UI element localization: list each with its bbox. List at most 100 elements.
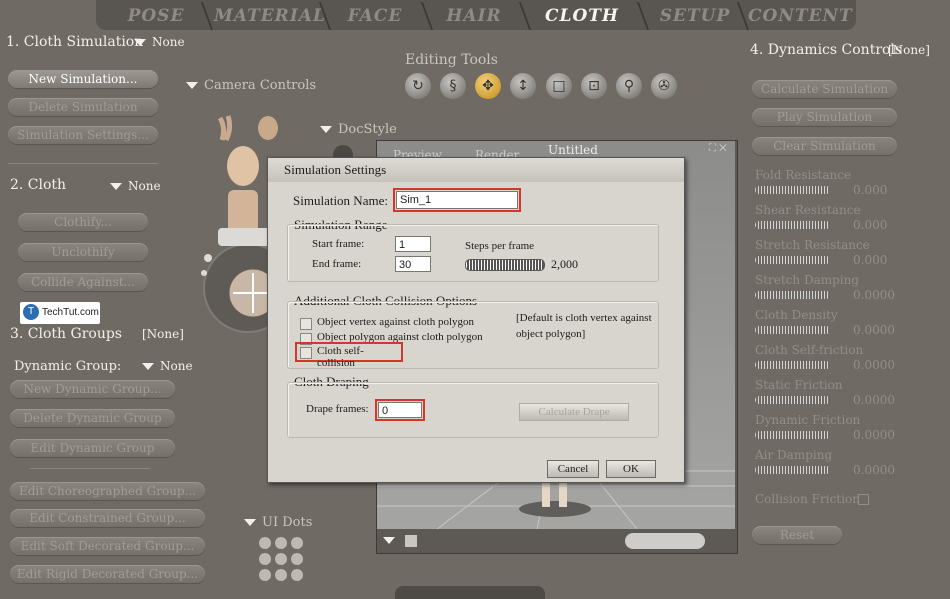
ui-dots-grid[interactable]	[258, 536, 306, 584]
simulation-settings-button[interactable]: Simulation Settings...	[8, 126, 158, 144]
fold-resistance-value[interactable]: 0.000	[853, 183, 887, 197]
magnify-tool-icon[interactable]: ⚲	[616, 73, 642, 99]
air-damping-dial[interactable]	[755, 466, 830, 474]
shear-resistance-value[interactable]: 0.000	[853, 218, 887, 232]
translate-in-out-tool-icon[interactable]: ↕	[510, 73, 536, 99]
tab-hair[interactable]: HAIR	[434, 3, 514, 29]
divider	[30, 468, 150, 469]
edit-rigid-decorated-group-button[interactable]: Edit Rigid Decorated Group...	[10, 565, 205, 583]
static-friction-dial[interactable]	[755, 396, 830, 404]
simulation-range-group	[287, 224, 659, 282]
simulation-settings-dialog: Simulation Settings Simulation Name: Sim…	[267, 157, 685, 483]
delete-simulation-button[interactable]: Delete Simulation	[8, 98, 158, 116]
edit-dynamic-group-button[interactable]: Edit Dynamic Group	[10, 439, 175, 457]
chevron-down-icon	[142, 363, 154, 370]
ui-dots-toggle[interactable]: UI Dots	[244, 515, 312, 530]
taper-tool-icon[interactable]: ⊡	[581, 73, 607, 99]
cloth-self-friction-value[interactable]: 0.0000	[853, 358, 895, 372]
chevron-down-icon[interactable]	[383, 537, 395, 544]
bottom-drawer-handle[interactable]	[395, 586, 545, 599]
cloth-density-value[interactable]: 0.0000	[853, 323, 895, 337]
tab-setup[interactable]: SETUP	[650, 3, 740, 29]
cloth-select[interactable]: None	[110, 179, 161, 193]
delete-dynamic-group-button[interactable]: Delete Dynamic Group	[10, 409, 175, 427]
cloth-density-dial[interactable]	[755, 326, 830, 334]
clear-simulation-button[interactable]: Clear Simulation	[752, 137, 897, 155]
object-vertex-label: Object vertex against cloth polygon	[317, 316, 475, 328]
cloth-self-collision-checkbox[interactable]	[300, 347, 312, 359]
default-collision-note: [Default is cloth vertex against object …	[516, 312, 652, 340]
edit-constrained-group-button[interactable]: Edit Constrained Group...	[10, 509, 205, 527]
cloth-self-friction-dial[interactable]	[755, 361, 830, 369]
stretch-damping-dial[interactable]	[755, 291, 830, 299]
stretch-resistance-label: Stretch Resistance	[755, 238, 870, 252]
air-damping-label: Air Damping	[755, 448, 833, 462]
simulation-name-input[interactable]: Sim_1	[393, 188, 521, 212]
simulation-name-label: Simulation Name:	[293, 193, 388, 208]
shear-resistance-label: Shear Resistance	[755, 203, 861, 217]
dynamic-group-select[interactable]: None	[142, 359, 193, 373]
static-friction-value[interactable]: 0.0000	[853, 393, 895, 407]
color-swatch-icon[interactable]	[404, 534, 417, 547]
cloth-self-friction-label: Cloth Self-friction	[755, 343, 864, 357]
clothify-button[interactable]: Clothify...	[18, 213, 148, 231]
tab-pose[interactable]: POSE	[116, 3, 196, 29]
edit-soft-decorated-group-button[interactable]: Edit Soft Decorated Group...	[10, 537, 205, 555]
end-frame-label: End frame:	[312, 258, 362, 270]
scale-tool-icon[interactable]: □	[546, 73, 572, 99]
edit-choreographed-group-button[interactable]: Edit Choreographed Group...	[10, 482, 205, 500]
tab-cloth[interactable]: CLOTH	[532, 3, 632, 29]
techtut-t-icon: T	[23, 304, 39, 321]
chevron-down-icon	[244, 519, 256, 526]
docstyle-toggle[interactable]: DocStyle	[320, 122, 397, 137]
air-damping-value[interactable]: 0.0000	[853, 463, 895, 477]
unclothify-button[interactable]: Unclothify	[18, 243, 148, 261]
shear-resistance-dial[interactable]	[755, 221, 830, 229]
direct-manipulation-tool-icon[interactable]: ✇	[651, 73, 677, 99]
steps-per-frame-value[interactable]: 2,000	[551, 257, 578, 272]
stretch-resistance-value[interactable]: 0.000	[853, 253, 887, 267]
translate-tool-icon[interactable]: ✥	[475, 73, 501, 99]
preview-toolbar	[383, 533, 417, 547]
object-vertex-checkbox[interactable]	[300, 318, 312, 330]
chevron-down-icon	[320, 126, 332, 133]
twist-tool-icon[interactable]: §	[440, 73, 466, 99]
techtut-logo: T TechTut.com	[20, 302, 100, 324]
display-style-dots[interactable]	[625, 533, 705, 549]
object-polygon-checkbox[interactable]	[300, 333, 312, 345]
dynamic-friction-value[interactable]: 0.0000	[853, 428, 895, 442]
window-controls[interactable]: ⛶ ✕	[709, 143, 727, 154]
camera-controls-toggle[interactable]: Camera Controls	[186, 78, 316, 93]
rotate-tool-icon[interactable]: ↻	[405, 73, 431, 99]
drape-frames-input[interactable]: 0	[375, 399, 425, 421]
new-dynamic-group-button[interactable]: New Dynamic Group...	[10, 380, 175, 398]
room-tab-bar: POSE MATERIAL FACE HAIR CLOTH SETUP CONT…	[96, 0, 856, 30]
dynamic-friction-dial[interactable]	[755, 431, 830, 439]
tab-material[interactable]: MATERIAL	[214, 3, 325, 29]
tab-face[interactable]: FACE	[332, 3, 418, 29]
tab-content[interactable]: CONTENT	[748, 3, 852, 29]
collide-against-button[interactable]: Collide Against...	[18, 273, 148, 291]
end-frame-input[interactable]: 30	[395, 256, 431, 272]
fold-resistance-dial[interactable]	[755, 186, 830, 194]
dynamic-friction-label: Dynamic Friction	[755, 413, 861, 427]
steps-per-frame-dial[interactable]	[465, 259, 545, 271]
cloth-self-collision-option[interactable]: Cloth self-collision	[295, 342, 403, 369]
calculate-drape-button[interactable]: Calculate Drape	[519, 403, 629, 421]
object-polygon-label: Object polygon against cloth polygon	[317, 331, 483, 343]
stretch-resistance-dial[interactable]	[755, 256, 830, 264]
dynamics-controls-selected[interactable]: [None]	[888, 43, 930, 57]
collision-friction-label: Collision Friction	[755, 492, 860, 506]
fold-resistance-label: Fold Resistance	[755, 168, 852, 182]
collision-friction-checkbox[interactable]	[858, 494, 869, 505]
cloth-groups-selected[interactable]: [None]	[142, 327, 184, 341]
cloth-simulation-select[interactable]: None	[134, 35, 185, 49]
cancel-button[interactable]: Cancel	[547, 460, 599, 478]
play-simulation-button[interactable]: Play Simulation	[752, 108, 897, 126]
start-frame-input[interactable]: 1	[395, 236, 431, 252]
new-simulation-button[interactable]: New Simulation...	[8, 70, 158, 88]
ok-button[interactable]: OK	[606, 460, 656, 478]
calculate-simulation-button[interactable]: Calculate Simulation	[752, 80, 897, 98]
stretch-damping-value[interactable]: 0.0000	[853, 288, 895, 302]
reset-button[interactable]: Reset	[752, 526, 842, 544]
